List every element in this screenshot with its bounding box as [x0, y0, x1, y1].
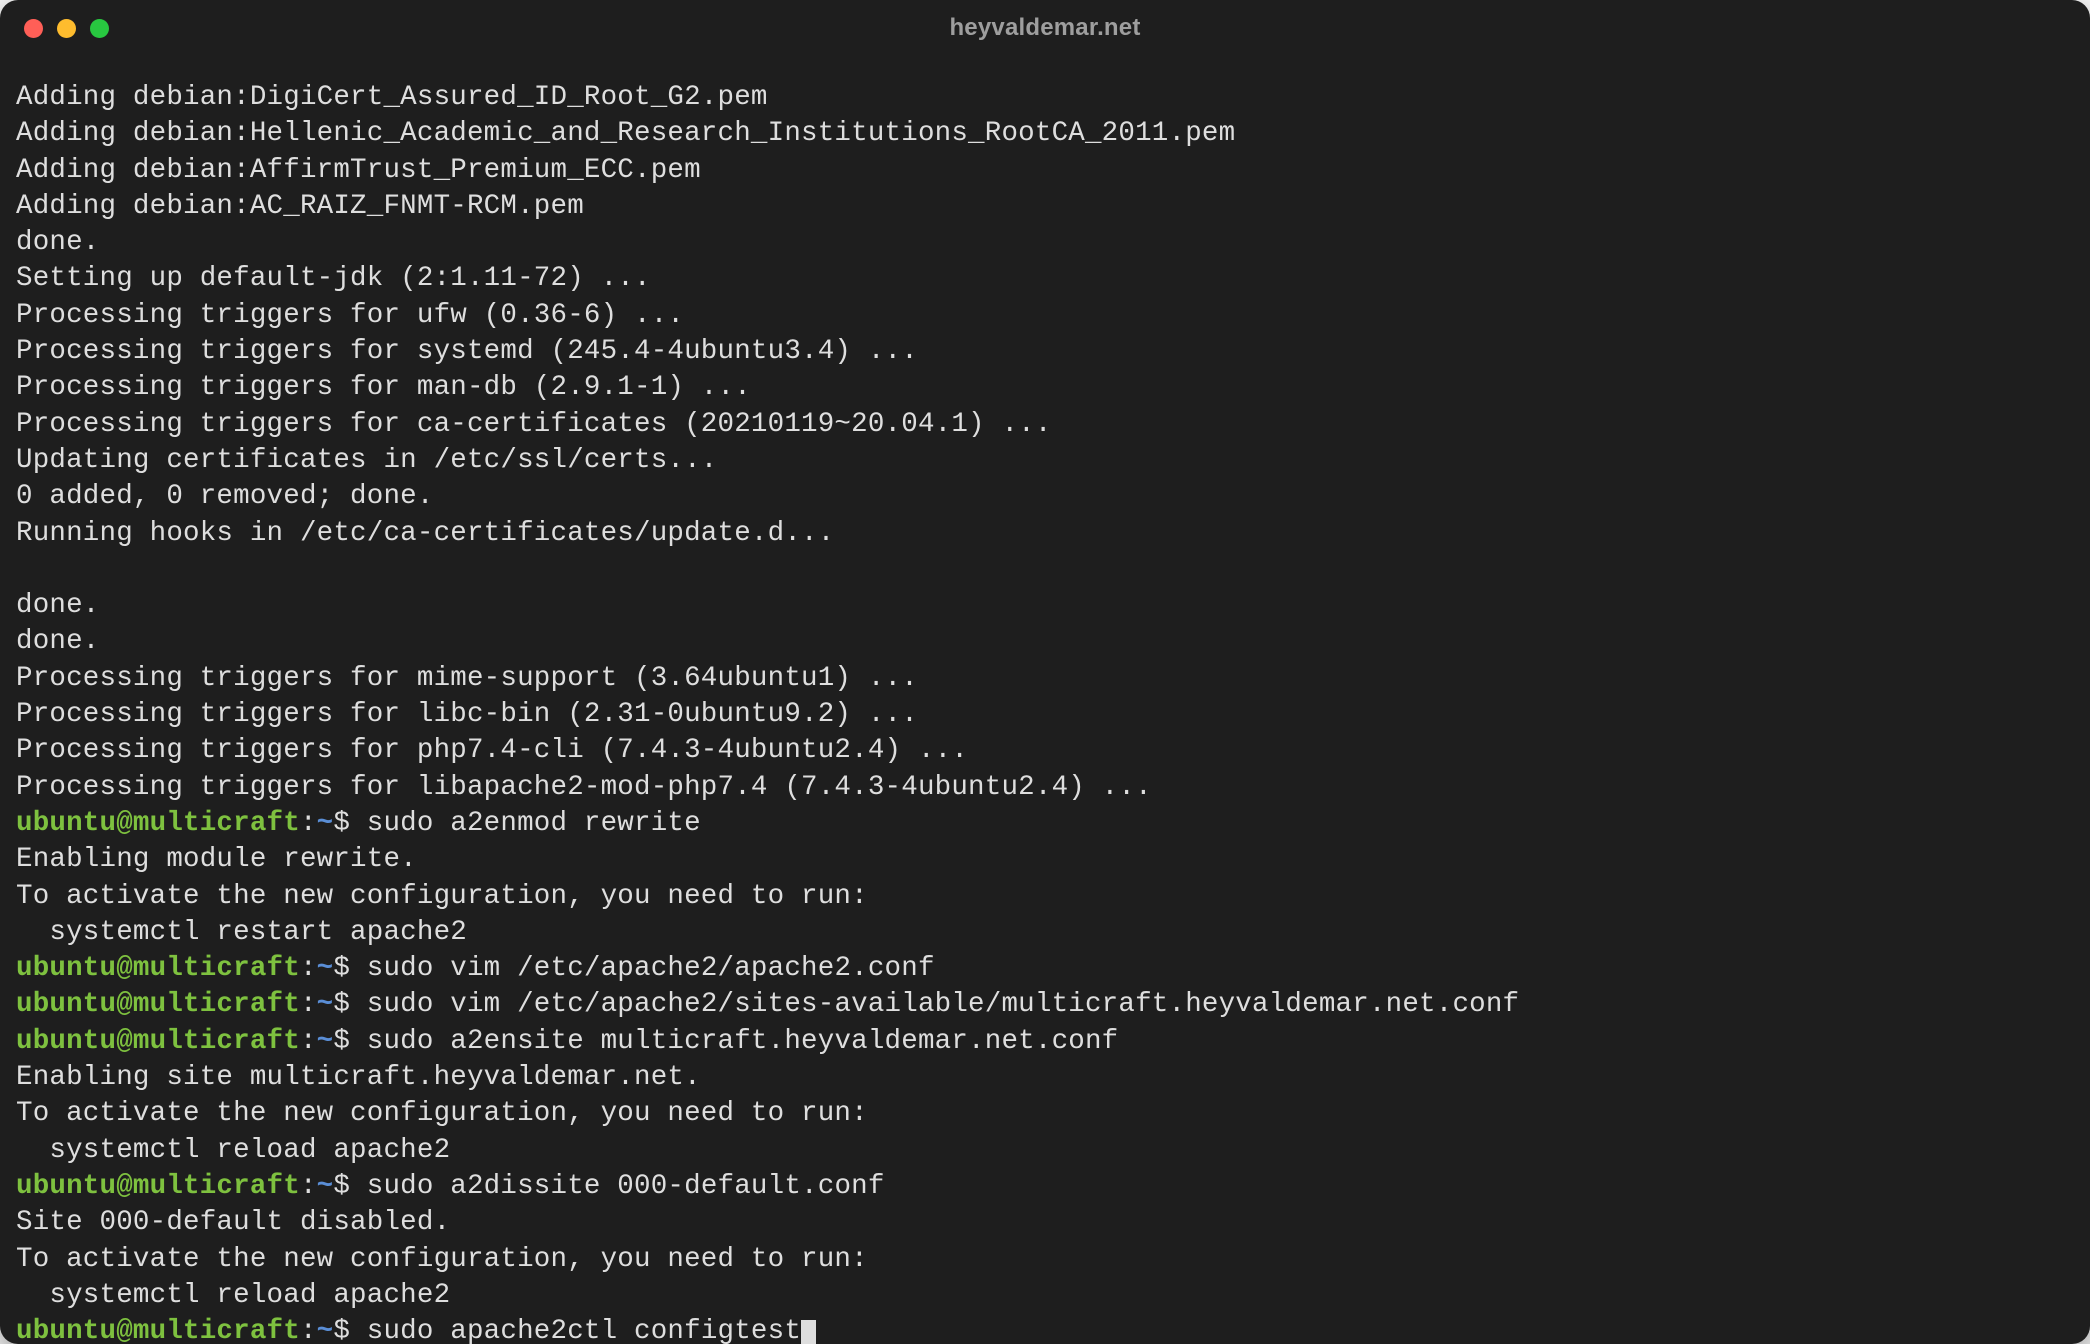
- terminal-output-line: systemctl reload apache2: [16, 1133, 2074, 1169]
- maximize-icon[interactable]: [90, 19, 109, 38]
- terminal-prompt-line: ubuntu@multicraft:~$ sudo apache2ctl con…: [16, 1314, 2074, 1344]
- prompt-user: ubuntu: [16, 1171, 116, 1202]
- terminal-output-line: systemctl reload apache2: [16, 1278, 2074, 1314]
- terminal-window: heyvaldemar.net Adding debian:DigiCert_A…: [0, 0, 2090, 1344]
- terminal-output-line: Adding debian:AffirmTrust_Premium_ECC.pe…: [16, 153, 2074, 189]
- prompt-colon: :: [300, 808, 317, 839]
- terminal-output-line: Updating certificates in /etc/ssl/certs.…: [16, 443, 2074, 479]
- prompt-at: @: [116, 1316, 133, 1344]
- prompt-at: @: [116, 808, 133, 839]
- prompt-user: ubuntu: [16, 953, 116, 984]
- prompt-path: ~: [317, 808, 334, 839]
- terminal-output-line: [16, 552, 2074, 588]
- terminal-prompt-line: ubuntu@multicraft:~$ sudo vim /etc/apach…: [16, 987, 2074, 1023]
- minimize-icon[interactable]: [57, 19, 76, 38]
- prompt-symbol: $: [333, 1026, 366, 1057]
- cursor-icon: [801, 1320, 816, 1344]
- terminal-output-line: done.: [16, 624, 2074, 660]
- terminal-output-line: Enabling site multicraft.heyvaldemar.net…: [16, 1060, 2074, 1096]
- prompt-colon: :: [300, 1026, 317, 1057]
- prompt-host: multicraft: [133, 989, 300, 1020]
- command-text: sudo apache2ctl configtest: [367, 1316, 801, 1344]
- terminal-output-line: Processing triggers for php7.4-cli (7.4.…: [16, 733, 2074, 769]
- prompt-host: multicraft: [133, 953, 300, 984]
- terminal-output-line: To activate the new configuration, you n…: [16, 1096, 2074, 1132]
- titlebar[interactable]: heyvaldemar.net: [0, 0, 2090, 56]
- prompt-path: ~: [317, 1171, 334, 1202]
- prompt-colon: :: [300, 1171, 317, 1202]
- prompt-path: ~: [317, 989, 334, 1020]
- prompt-colon: :: [300, 953, 317, 984]
- prompt-host: multicraft: [133, 808, 300, 839]
- prompt-at: @: [116, 989, 133, 1020]
- command-text: sudo a2ensite multicraft.heyvaldemar.net…: [367, 1026, 1119, 1057]
- prompt-symbol: $: [333, 989, 366, 1020]
- terminal-output-line: Processing triggers for systemd (245.4-4…: [16, 334, 2074, 370]
- terminal-output-line: Adding debian:DigiCert_Assured_ID_Root_G…: [16, 80, 2074, 116]
- terminal-output-line: Setting up default-jdk (2:1.11-72) ...: [16, 261, 2074, 297]
- prompt-symbol: $: [333, 1171, 366, 1202]
- window-controls: [24, 19, 109, 38]
- prompt-path: ~: [317, 1026, 334, 1057]
- prompt-colon: :: [300, 989, 317, 1020]
- terminal-output-line: Processing triggers for libc-bin (2.31-0…: [16, 697, 2074, 733]
- prompt-path: ~: [317, 953, 334, 984]
- prompt-at: @: [116, 953, 133, 984]
- terminal-output-line: systemctl restart apache2: [16, 915, 2074, 951]
- terminal-output-line: Processing triggers for man-db (2.9.1-1)…: [16, 370, 2074, 406]
- prompt-user: ubuntu: [16, 989, 116, 1020]
- command-text: sudo vim /etc/apache2/apache2.conf: [367, 953, 935, 984]
- command-text: sudo a2enmod rewrite: [367, 808, 701, 839]
- prompt-symbol: $: [333, 808, 366, 839]
- terminal-output-line: Processing triggers for ufw (0.36-6) ...: [16, 298, 2074, 334]
- prompt-host: multicraft: [133, 1026, 300, 1057]
- command-text: sudo vim /etc/apache2/sites-available/mu…: [367, 989, 1520, 1020]
- terminal-output-line: Running hooks in /etc/ca-certificates/up…: [16, 516, 2074, 552]
- prompt-at: @: [116, 1171, 133, 1202]
- terminal-output-line: Processing triggers for libapache2-mod-p…: [16, 770, 2074, 806]
- terminal-output-line: done.: [16, 588, 2074, 624]
- command-text: sudo a2dissite 000-default.conf: [367, 1171, 885, 1202]
- prompt-host: multicraft: [133, 1171, 300, 1202]
- terminal-output-line: 0 added, 0 removed; done.: [16, 479, 2074, 515]
- terminal-output-line: done.: [16, 225, 2074, 261]
- prompt-user: ubuntu: [16, 1316, 116, 1344]
- terminal-output-line: To activate the new configuration, you n…: [16, 879, 2074, 915]
- prompt-at: @: [116, 1026, 133, 1057]
- window-title: heyvaldemar.net: [0, 14, 2090, 42]
- prompt-path: ~: [317, 1316, 334, 1344]
- terminal-output-line: Processing triggers for mime-support (3.…: [16, 661, 2074, 697]
- prompt-user: ubuntu: [16, 808, 116, 839]
- prompt-symbol: $: [333, 953, 366, 984]
- terminal-output-line: Adding debian:AC_RAIZ_FNMT-RCM.pem: [16, 189, 2074, 225]
- prompt-colon: :: [300, 1316, 317, 1344]
- close-icon[interactable]: [24, 19, 43, 38]
- terminal-output-line: Enabling module rewrite.: [16, 842, 2074, 878]
- terminal-output-line: Adding debian:Hellenic_Academic_and_Rese…: [16, 116, 2074, 152]
- terminal-output-line: To activate the new configuration, you n…: [16, 1242, 2074, 1278]
- terminal-output-line: Processing triggers for ca-certificates …: [16, 407, 2074, 443]
- terminal-output-line: Site 000-default disabled.: [16, 1205, 2074, 1241]
- terminal-prompt-line: ubuntu@multicraft:~$ sudo vim /etc/apach…: [16, 951, 2074, 987]
- terminal-prompt-line: ubuntu@multicraft:~$ sudo a2enmod rewrit…: [16, 806, 2074, 842]
- terminal-prompt-line: ubuntu@multicraft:~$ sudo a2dissite 000-…: [16, 1169, 2074, 1205]
- prompt-host: multicraft: [133, 1316, 300, 1344]
- terminal-prompt-line: ubuntu@multicraft:~$ sudo a2ensite multi…: [16, 1024, 2074, 1060]
- terminal-area[interactable]: Adding debian:DigiCert_Assured_ID_Root_G…: [0, 56, 2090, 1344]
- prompt-symbol: $: [333, 1316, 366, 1344]
- prompt-user: ubuntu: [16, 1026, 116, 1057]
